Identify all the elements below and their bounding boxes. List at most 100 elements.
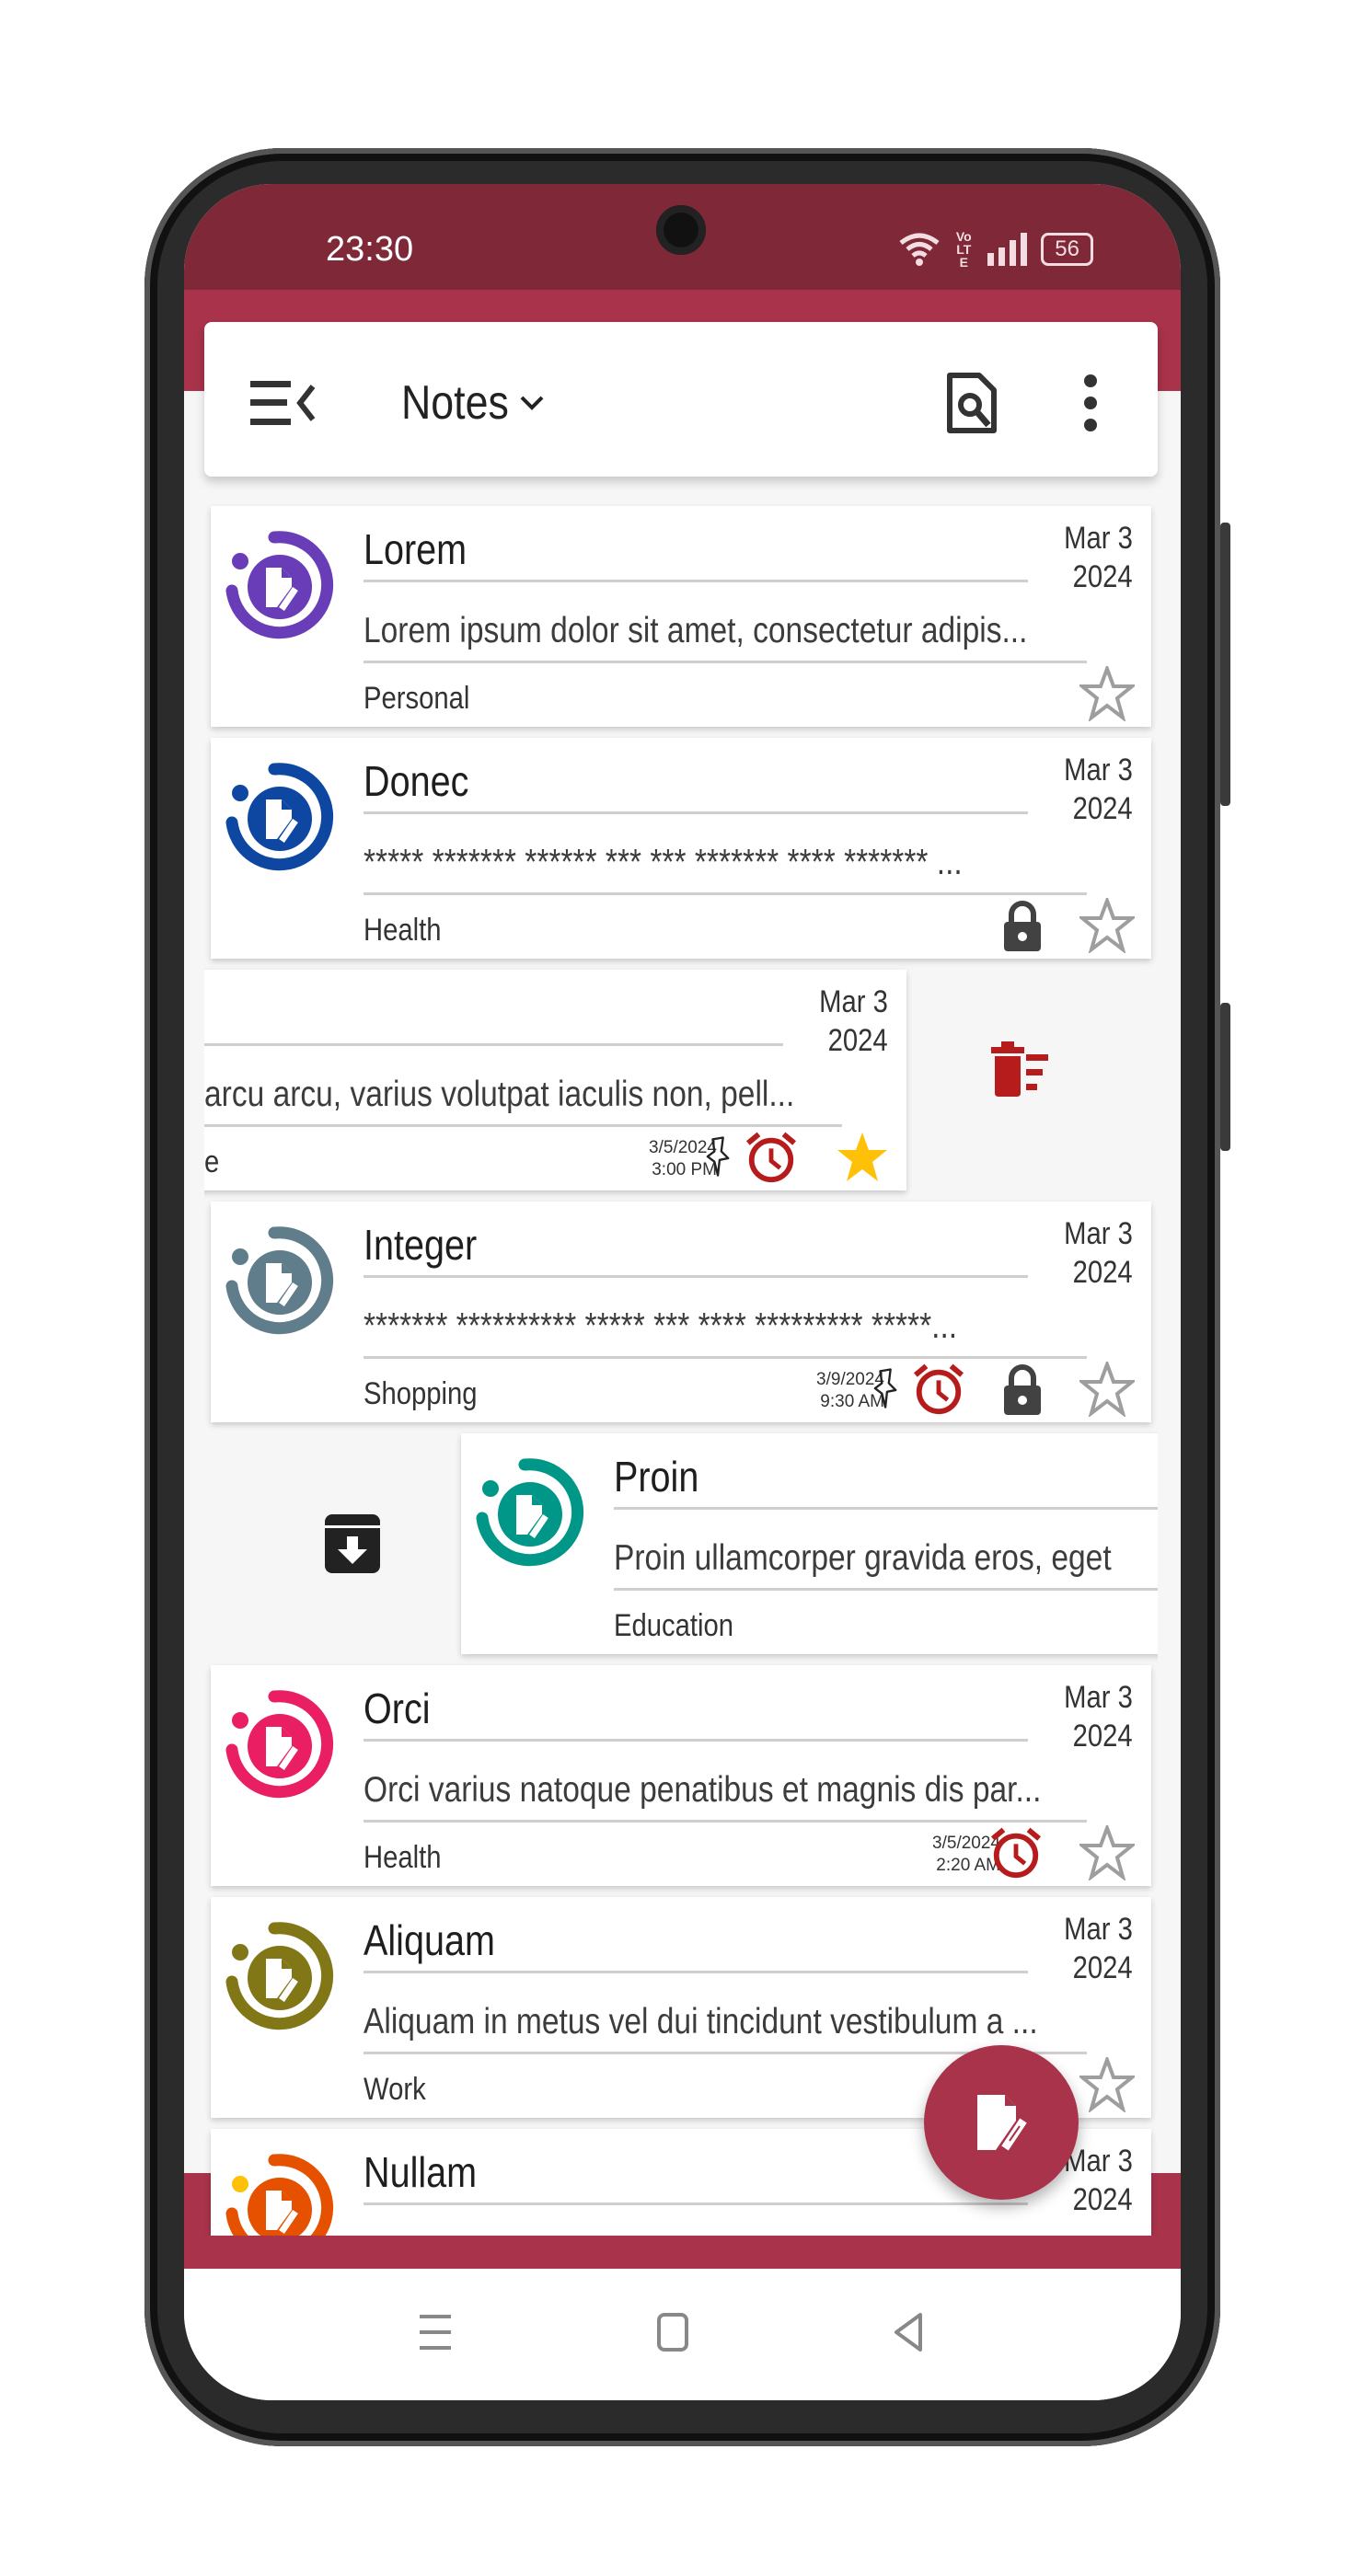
date-day: Mar 3 bbox=[1064, 1216, 1133, 1251]
note-card[interactable]: Lorem Mar 3 2024 Lorem ipsum dolor sit amet… bbox=[211, 506, 1151, 727]
note-card[interactable]: Integer Mar 3 2024 ******* ********** *****… bbox=[211, 1202, 1151, 1422]
note-footer-icons: 3/5/2024 3:00 PM bbox=[649, 1131, 890, 1188]
note-title: Proin bbox=[614, 1452, 712, 1501]
note-title-text: Aliquam bbox=[364, 1916, 495, 1964]
category-text: Shopping bbox=[364, 1376, 478, 1411]
body-divider bbox=[364, 661, 1087, 663]
screen: 23:30 VoLTE 56 Notes Lorem Mar 3 2024 Lorem… bbox=[184, 184, 1181, 2400]
note-footer-icons bbox=[1077, 2053, 1137, 2117]
note-card[interactable]: Proin Proin ullamcorper gravida eros, ege… bbox=[461, 1433, 1158, 1654]
note-date: Mar 3 2024 bbox=[1053, 1214, 1133, 1292]
note-body: ******* ********** ***** *** **** ******… bbox=[364, 1306, 1054, 1347]
toolbar-title: Notes bbox=[401, 376, 509, 430]
note-body: ***** ******* ****** *** *** ******* ***… bbox=[364, 843, 1060, 883]
date-year: 2024 bbox=[1072, 1950, 1133, 1985]
back-icon[interactable] bbox=[891, 2311, 928, 2353]
pin-icon[interactable] bbox=[873, 1367, 899, 1416]
note-footer-icons bbox=[1077, 662, 1137, 726]
category-text: Health bbox=[364, 1840, 442, 1875]
search-document-icon[interactable] bbox=[946, 372, 998, 434]
note-color-icon bbox=[473, 1455, 587, 1570]
pin-icon[interactable] bbox=[706, 1135, 732, 1184]
toolbar: Notes bbox=[204, 322, 1158, 477]
note-body-text: Proin ullamcorper gravida eros, eget bbox=[614, 1538, 1112, 1578]
note-category: Health bbox=[364, 913, 454, 949]
star-icon[interactable] bbox=[1077, 2053, 1137, 2117]
note-color-icon bbox=[223, 1224, 337, 1338]
wifi-icon bbox=[899, 233, 940, 266]
date-day: Mar 3 bbox=[1064, 753, 1133, 788]
body-divider bbox=[614, 1588, 1158, 1591]
archive-icon[interactable] bbox=[325, 1514, 380, 1578]
category-text: e bbox=[204, 1144, 220, 1179]
star-icon[interactable] bbox=[1077, 1822, 1137, 1885]
note-category: e bbox=[204, 1144, 222, 1180]
note-title-text: Donec bbox=[364, 757, 469, 805]
category-text: Education bbox=[614, 1608, 734, 1643]
note-card[interactable]: Orci Mar 3 2024 Orci varius natoque penatib… bbox=[211, 1665, 1151, 1886]
power-button bbox=[1220, 1003, 1230, 1151]
star-icon[interactable] bbox=[1077, 1358, 1137, 1421]
body-divider bbox=[364, 892, 1087, 895]
star-icon[interactable] bbox=[835, 1130, 890, 1190]
new-note-button[interactable] bbox=[924, 2045, 1079, 2200]
alarm-icon[interactable] bbox=[989, 1826, 1043, 1884]
battery-indicator: 56 bbox=[1041, 233, 1093, 266]
date-year: 2024 bbox=[1072, 1255, 1133, 1290]
date-day: Mar 3 bbox=[1064, 521, 1133, 556]
note-date: Mar 3 2024 bbox=[1053, 1910, 1133, 1987]
note-category: Education bbox=[614, 1608, 753, 1644]
note-color-icon bbox=[223, 1919, 337, 2033]
note-date: Mar 3 2024 bbox=[1053, 1678, 1133, 1755]
reminder-group: 3/5/2024 3:00 PM bbox=[649, 1131, 798, 1189]
lock-icon[interactable] bbox=[1002, 1362, 1043, 1421]
note-color-icon bbox=[223, 2151, 337, 2236]
home-icon[interactable] bbox=[655, 2311, 692, 2353]
note-card[interactable]: Donec Mar 3 2024 ***** ******* ****** *** *… bbox=[211, 738, 1151, 959]
note-body-text: Aliquam in metus vel dui tincidunt vesti… bbox=[364, 2002, 1038, 2041]
alarm-icon[interactable] bbox=[744, 1131, 798, 1189]
note-title: Orci bbox=[364, 1684, 441, 1733]
note-title-text: Lorem bbox=[364, 525, 467, 573]
lock-icon[interactable] bbox=[1002, 898, 1043, 958]
note-footer-icons: 3/9/2024 9:30 AM bbox=[816, 1358, 1137, 1421]
notes-list[interactable]: Lorem Mar 3 2024 Lorem ipsum dolor sit amet… bbox=[204, 488, 1158, 2236]
note-body: Aliquam in metus vel dui tincidunt vesti… bbox=[364, 2002, 1148, 2042]
title-divider bbox=[364, 1971, 1028, 1973]
date-day: Mar 3 bbox=[819, 984, 888, 1019]
volte-indicator: VoLTE bbox=[955, 229, 972, 270]
note-body-text: Lorem ipsum dolor sit amet, consectetur … bbox=[364, 611, 1028, 650]
note-category: Work bbox=[364, 2072, 436, 2108]
note-card[interactable]: Mar 3 2024 arcu arcu, varius volutpat iacu… bbox=[204, 970, 906, 1190]
chevron-down-icon bbox=[520, 396, 544, 410]
title-divider bbox=[364, 1275, 1028, 1278]
note-title-text: Nullam bbox=[364, 2148, 478, 2196]
notes-dropdown[interactable]: Notes bbox=[401, 375, 545, 431]
star-icon[interactable] bbox=[1077, 662, 1137, 726]
note-title: Lorem bbox=[364, 524, 483, 574]
note-body: Proin ullamcorper gravida eros, eget bbox=[614, 1538, 1158, 1579]
body-divider bbox=[204, 1124, 842, 1127]
date-day: Mar 3 bbox=[1064, 1680, 1133, 1715]
status-time: 23:30 bbox=[326, 230, 414, 269]
note-title: Aliquam bbox=[364, 1915, 516, 1965]
category-text: Health bbox=[364, 913, 442, 948]
note-date: Mar 3 2024 bbox=[808, 983, 888, 1060]
reminder-group: 3/5/2024 2:20 AM bbox=[932, 1826, 1043, 1884]
kebab-menu-icon[interactable] bbox=[1079, 374, 1102, 432]
alarm-icon[interactable] bbox=[912, 1363, 965, 1420]
system-nav-bar bbox=[184, 2269, 1181, 2400]
title-divider bbox=[364, 811, 1028, 814]
delete-sweep-icon[interactable] bbox=[989, 1041, 1050, 1103]
status-icons: VoLTE 56 bbox=[899, 230, 1093, 269]
note-date: Mar 3 2024 bbox=[1053, 519, 1133, 596]
recents-icon[interactable] bbox=[418, 2313, 455, 2352]
star-icon[interactable] bbox=[1077, 894, 1137, 958]
title-divider bbox=[364, 2202, 1028, 2205]
drawer-close-icon[interactable] bbox=[250, 381, 317, 425]
date-day: Mar 3 bbox=[1064, 1912, 1133, 1947]
reminder-group: 3/9/2024 9:30 AM bbox=[816, 1363, 965, 1420]
note-date: Mar 3 2024 bbox=[1053, 751, 1133, 828]
note-footer-icons bbox=[1002, 894, 1137, 958]
note-footer-icons: 3/5/2024 2:20 AM bbox=[932, 1822, 1137, 1885]
